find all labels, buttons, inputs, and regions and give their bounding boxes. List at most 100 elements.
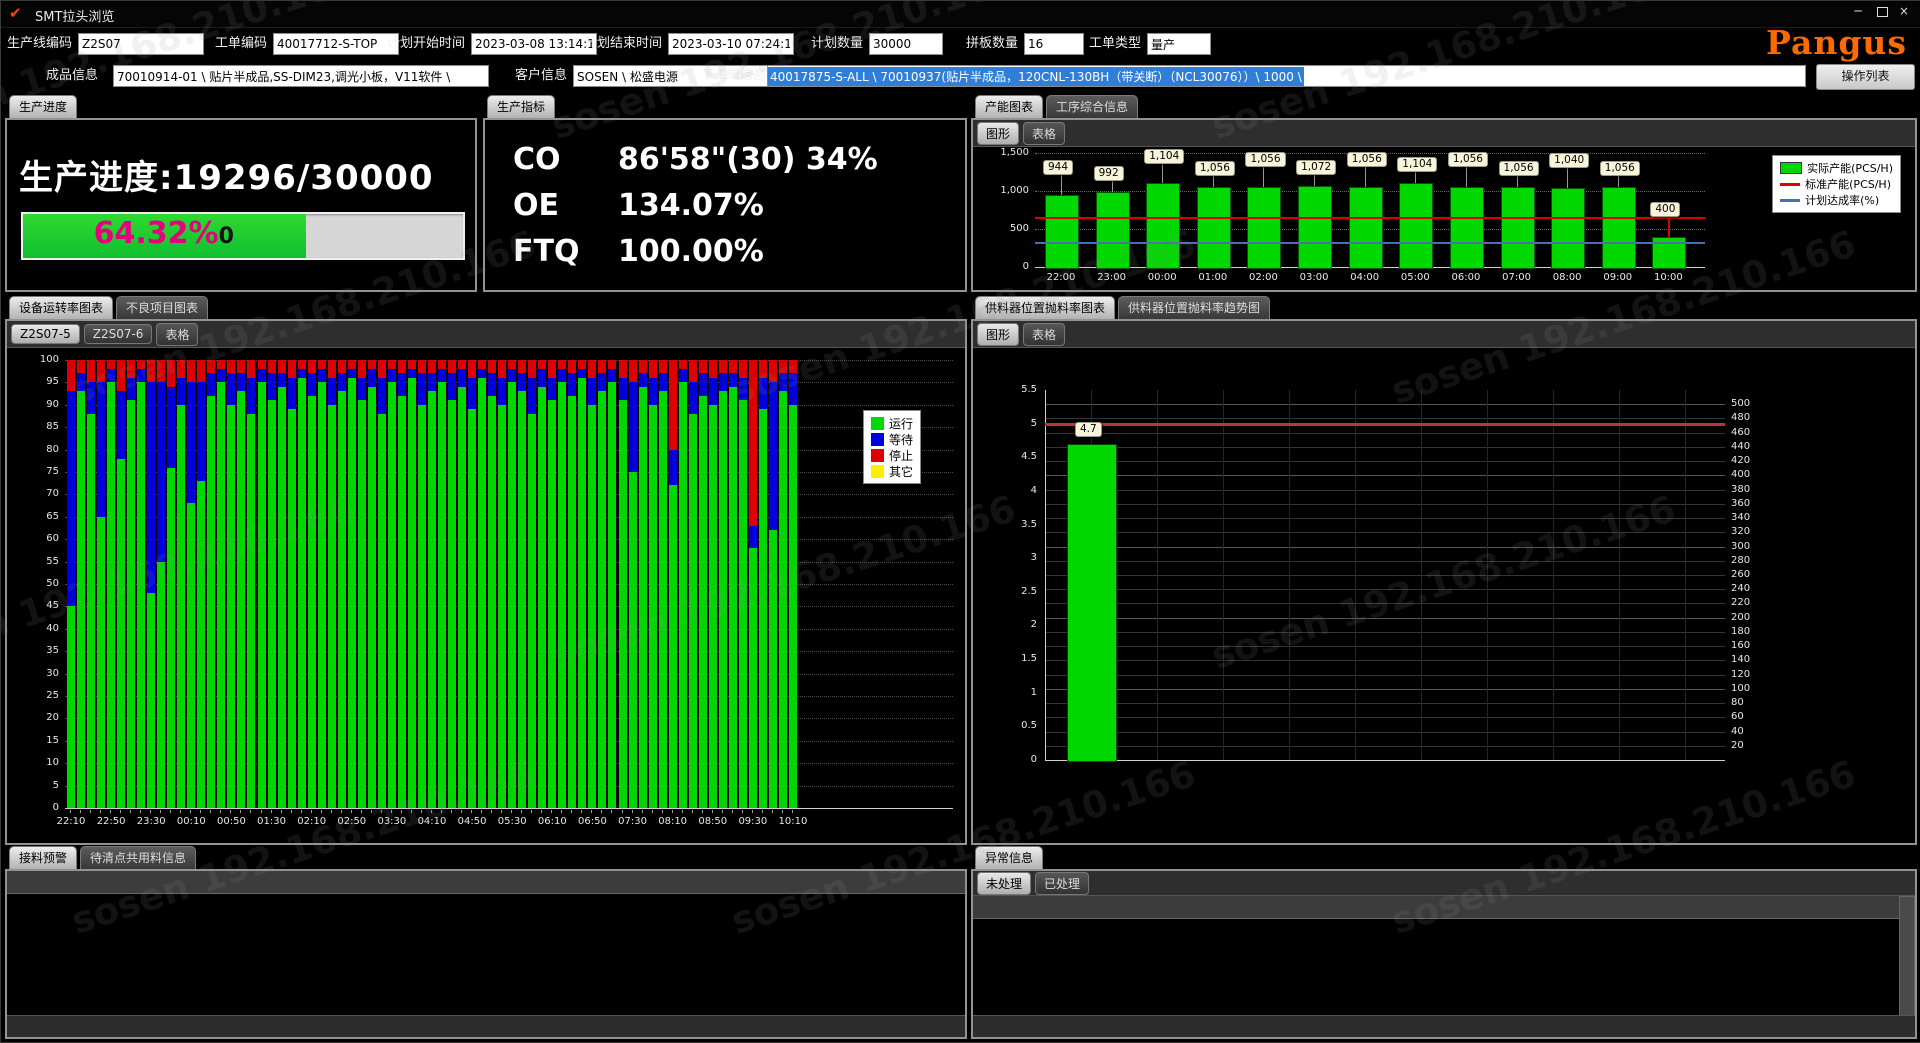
- equipment-x-minortick: [541, 810, 542, 813]
- close-button[interactable]: ×: [1893, 4, 1915, 20]
- equipment-x-minortick: [281, 810, 282, 813]
- equipment-bar-seg-停止: [458, 360, 466, 369]
- equipment-bar-seg-运行: [448, 400, 456, 808]
- feeder-right-ytick: 360: [1731, 498, 1761, 509]
- tab-defect-chart[interactable]: 不良项目图表: [116, 296, 208, 319]
- equipment-x-minortick: [331, 810, 332, 813]
- legend-label: 运行: [889, 415, 913, 432]
- equipment-x-minortick: [160, 810, 161, 813]
- equipment-ytick: 90: [15, 399, 59, 410]
- feeder-gridline: [1045, 632, 1725, 633]
- field-label-3: 计划结束时间: [584, 32, 662, 56]
- equipment-x-minortick: [682, 810, 683, 813]
- equipment-bar-seg-等待: [689, 382, 697, 413]
- feeder-vgridline: [1685, 390, 1686, 760]
- equipment-bar-seg-停止: [137, 360, 145, 369]
- equipment-bar-seg-停止: [548, 360, 556, 378]
- equipment-legend-row: 等待: [871, 431, 913, 447]
- equipment-bar-seg-停止: [258, 360, 266, 369]
- field-input-0[interactable]: [78, 33, 204, 55]
- tab-shared-material[interactable]: 待清点共用料信息: [80, 846, 196, 869]
- equipment-bar-seg-运行: [689, 414, 697, 808]
- field-label-4: 计划数量: [811, 32, 863, 56]
- field-input-3[interactable]: [668, 33, 794, 55]
- feeder-gridline: [1045, 603, 1725, 604]
- equipment-bar-seg-运行: [187, 503, 195, 808]
- title-bar: ✔ SMT拉头浏览 ─ ×: [1, 1, 1920, 28]
- equipment-bar-seg-停止: [649, 360, 657, 378]
- equipment-bar-seg-等待: [87, 382, 95, 413]
- pangus-logo: Pangus: [1766, 23, 1907, 62]
- legend-color-swatch: [871, 433, 884, 446]
- feeder-vgridline: [1157, 390, 1158, 760]
- tab-feeder-rate[interactable]: 供料器位置抛料率图表: [975, 296, 1115, 319]
- capacity-label-connector: [1415, 171, 1416, 183]
- restore-button[interactable]: [1871, 4, 1893, 20]
- feeder-bar: [1067, 444, 1117, 762]
- equipment-bar-seg-停止: [468, 360, 476, 378]
- abnormal-vertical-scrollbar[interactable]: [1899, 896, 1915, 1016]
- equipment-x-minortick: [611, 810, 612, 813]
- equipment-bar-seg-停止: [187, 360, 195, 382]
- tab-production-progress[interactable]: 生产进度: [9, 95, 77, 118]
- subtab-line-z2s07-5[interactable]: Z2S07-5: [11, 324, 80, 344]
- equipment-bar-seg-运行: [97, 517, 105, 808]
- equipment-bar-seg-运行: [197, 481, 205, 808]
- capacity-bar: [1045, 195, 1079, 269]
- minimize-button[interactable]: ─: [1847, 4, 1869, 20]
- feeder-left-ytick: 3.5: [993, 519, 1037, 530]
- progress-percent-text: 64.32%0: [23, 216, 305, 251]
- field-input-1[interactable]: [273, 33, 399, 55]
- subtab-line-z2s07-6[interactable]: Z2S07-6: [84, 324, 153, 344]
- tab-feeder-trend[interactable]: 供料器位置抛料率趋势图: [1118, 296, 1270, 319]
- equipment-bar-seg-等待: [348, 369, 356, 378]
- customer-info-label: 客户信息: [515, 64, 567, 88]
- subtab-capacity-table[interactable]: 表格: [1023, 122, 1065, 145]
- field-label-1: 工单编码: [215, 32, 267, 56]
- equipment-bar-seg-停止: [358, 360, 366, 378]
- equipment-rate-panel: Z2S07-5 Z2S07-6 表格 051015202530354045505…: [5, 319, 967, 845]
- equipment-bar-seg-等待: [719, 373, 727, 391]
- product-info-input[interactable]: [113, 65, 489, 87]
- equipment-x-minortick: [291, 810, 292, 813]
- subtab-feeder-graph[interactable]: 图形: [977, 323, 1019, 346]
- equipment-bar-seg-停止: [729, 360, 737, 373]
- equipment-bar-seg-停止: [438, 360, 446, 369]
- tab-equipment-rate[interactable]: 设备运转率图表: [9, 296, 113, 319]
- capacity-bar: [1551, 188, 1585, 269]
- field-input-5[interactable]: [1024, 33, 1084, 55]
- equipment-bar-seg-停止: [338, 360, 346, 373]
- subtab-processed[interactable]: 已处理: [1035, 872, 1089, 895]
- capacity-label-connector: [1466, 166, 1467, 187]
- subtab-feeder-table[interactable]: 表格: [1023, 323, 1065, 346]
- equipment-ytick: 55: [15, 556, 59, 567]
- subtab-capacity-graph[interactable]: 图形: [977, 122, 1019, 145]
- tab-abnormal-info[interactable]: 异常信息: [975, 846, 1043, 869]
- equipment-x-minortick: [421, 810, 422, 813]
- equipment-x-minortick: [321, 810, 322, 813]
- field-input-2[interactable]: [471, 33, 597, 55]
- equipment-bar-seg-等待: [538, 369, 546, 387]
- subtab-unprocessed[interactable]: 未处理: [977, 872, 1031, 895]
- tab-material-warning[interactable]: 接料预警: [9, 846, 77, 869]
- capacity-xtick: 00:00: [1134, 272, 1190, 283]
- progress-headline: 生产进度:19296/30000: [19, 150, 434, 199]
- feeder-gridline: [1045, 475, 1725, 476]
- abnormal-table-body: [973, 918, 1901, 1016]
- field-input-4[interactable]: [869, 33, 943, 55]
- tab-process-summary[interactable]: 工序综合信息: [1046, 95, 1138, 118]
- equipment-x-minortick: [240, 810, 241, 813]
- tab-production-metrics[interactable]: 生产指标: [487, 95, 555, 118]
- subtab-equipment-table[interactable]: 表格: [156, 323, 198, 346]
- field-input-6[interactable]: [1147, 33, 1211, 55]
- equipment-bar-seg-运行: [528, 414, 536, 808]
- feeder-left-ytick: 5: [993, 418, 1037, 429]
- equipment-bar-seg-等待: [227, 373, 235, 404]
- tab-capacity-chart[interactable]: 产能图表: [975, 95, 1043, 118]
- capacity-legend-row: 计划达成率(%): [1780, 192, 1893, 208]
- equipment-bar-seg-停止: [659, 360, 667, 373]
- equipment-bar-seg-等待: [308, 373, 316, 395]
- action-list-button[interactable]: 操作列表: [1816, 64, 1915, 90]
- equipment-bar-seg-运行: [87, 414, 95, 808]
- next-order-input[interactable]: 40017875-S-ALL \ 70010937(贴片半成品，120CNL-1…: [767, 65, 1806, 87]
